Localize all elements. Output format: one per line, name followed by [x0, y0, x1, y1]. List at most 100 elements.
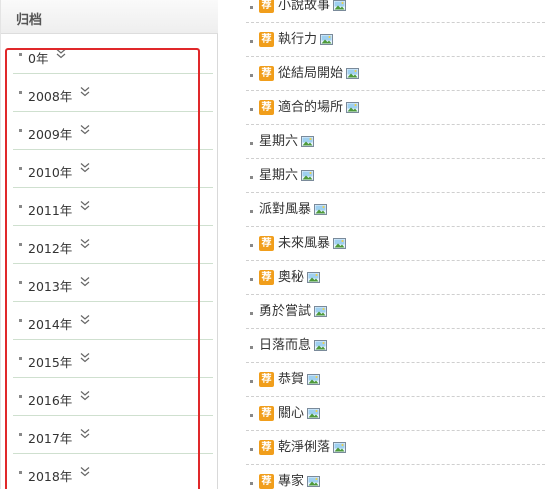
archive-year-item[interactable]: 2010年	[13, 150, 213, 188]
archive-year-item[interactable]: 2016年	[13, 378, 213, 416]
bullet	[250, 142, 253, 145]
post-title-text: 派對風暴	[259, 202, 312, 217]
chevron-double-down-icon[interactable]	[80, 390, 90, 402]
bullet	[19, 167, 22, 170]
post-title-link[interactable]: 派對風暴	[259, 202, 328, 218]
post-title-link[interactable]: 星期六	[259, 168, 315, 184]
chevron-double-down-icon[interactable]	[80, 162, 90, 174]
archive-year-label: 2009年	[28, 127, 73, 142]
archive-year-label: 2018年	[28, 469, 73, 484]
image-icon	[333, 238, 347, 249]
chevron-double-down-icon[interactable]	[80, 124, 90, 136]
post-title-link[interactable]: 日落而息	[259, 338, 328, 354]
archive-year-item[interactable]: 2011年	[13, 188, 213, 226]
post-title-text: 執行力	[278, 32, 318, 47]
image-icon	[314, 306, 328, 317]
image-icon	[333, 442, 347, 453]
post-title-text: 專家	[278, 474, 305, 489]
bullet	[19, 319, 22, 322]
post-item: 星期六	[246, 125, 545, 159]
archive-year-item[interactable]: 2009年	[13, 112, 213, 150]
archive-year-item[interactable]: 2008年	[13, 74, 213, 112]
chevron-double-down-icon[interactable]	[80, 314, 90, 326]
image-icon	[320, 34, 334, 45]
archive-year-item[interactable]: 2018年	[13, 454, 213, 489]
post-item: 荐 奧秘	[246, 261, 545, 295]
bullet	[250, 40, 253, 43]
post-title-link[interactable]: 乾淨俐落	[278, 440, 347, 456]
post-title-link[interactable]: 恭賀	[278, 372, 321, 388]
bullet	[19, 129, 22, 132]
post-item: 荐 適合的場所	[246, 91, 545, 125]
bullet	[250, 74, 253, 77]
recommended-badge: 荐	[259, 406, 274, 421]
image-icon	[346, 102, 360, 113]
archive-year-item[interactable]: 2017年	[13, 416, 213, 454]
post-title-link[interactable]: 從結局開始	[278, 66, 360, 82]
bullet	[250, 176, 253, 179]
post-title-text: 適合的場所	[278, 100, 344, 115]
chevron-double-down-icon[interactable]	[80, 200, 90, 212]
bullet	[250, 414, 253, 417]
archive-year-item[interactable]: 0年	[13, 38, 213, 74]
post-title-link[interactable]: 關心	[278, 406, 321, 422]
chevron-double-down-icon[interactable]	[80, 86, 90, 98]
chevron-double-down-icon[interactable]	[80, 352, 90, 364]
post-item: 荐 關心	[246, 397, 545, 431]
bullet	[19, 205, 22, 208]
recommended-badge: 荐	[259, 270, 274, 285]
image-icon	[307, 374, 321, 385]
bullet	[250, 244, 253, 247]
archive-year-item[interactable]: 2013年	[13, 264, 213, 302]
recommended-badge: 荐	[259, 474, 274, 489]
chevron-double-down-icon[interactable]	[80, 238, 90, 250]
post-title-link[interactable]: 專家	[278, 474, 321, 489]
post-item: 荐 執行力	[246, 23, 545, 57]
post-title-text: 日落而息	[259, 338, 312, 353]
post-item: 荐 乾淨俐落	[246, 431, 545, 465]
recommended-badge: 荐	[259, 32, 274, 47]
post-item: 荐 專家	[246, 465, 545, 489]
post-title-link[interactable]: 適合的場所	[278, 100, 360, 116]
archive-year-item[interactable]: 2012年	[13, 226, 213, 264]
bullet	[250, 210, 253, 213]
post-item: 荐 恭賀	[246, 363, 545, 397]
post-title-text: 小說故事	[278, 0, 331, 13]
bullet	[19, 433, 22, 436]
archive-year-item[interactable]: 2015年	[13, 340, 213, 378]
bullet	[19, 281, 22, 284]
post-item: 派對風暴	[246, 193, 545, 227]
chevron-double-down-icon[interactable]	[56, 48, 66, 60]
archive-year-label: 2015年	[28, 355, 73, 370]
post-item: 勇於嘗試	[246, 295, 545, 329]
post-title-link[interactable]: 星期六	[259, 134, 315, 150]
archive-year-label: 0年	[28, 51, 49, 66]
archive-year-item[interactable]: 2014年	[13, 302, 213, 340]
chevron-double-down-icon[interactable]	[80, 276, 90, 288]
post-title-link[interactable]: 未來風暴	[278, 236, 347, 252]
bullet	[19, 91, 22, 94]
bullet	[19, 53, 22, 56]
image-icon	[301, 136, 315, 147]
recommended-badge: 荐	[259, 440, 274, 455]
post-item: 荐 小說故事	[246, 0, 545, 23]
post-item: 日落而息	[246, 329, 545, 363]
post-title-link[interactable]: 勇於嘗試	[259, 304, 328, 320]
chevron-double-down-icon[interactable]	[80, 466, 90, 478]
post-title-link[interactable]: 小說故事	[278, 0, 347, 14]
post-title-text: 星期六	[259, 134, 299, 149]
post-item: 荐 未來風暴	[246, 227, 545, 261]
post-title-text: 恭賀	[278, 372, 305, 387]
post-title-text: 奧秘	[278, 270, 305, 285]
bullet	[250, 346, 253, 349]
bullet	[250, 380, 253, 383]
bullet	[250, 448, 253, 451]
post-title-link[interactable]: 執行力	[278, 32, 334, 48]
image-icon	[307, 408, 321, 419]
bullet	[19, 357, 22, 360]
post-title-link[interactable]: 奧秘	[278, 270, 321, 286]
archive-year-label: 2011年	[28, 203, 73, 218]
bullet	[250, 278, 253, 281]
bullet	[19, 395, 22, 398]
chevron-double-down-icon[interactable]	[80, 428, 90, 440]
